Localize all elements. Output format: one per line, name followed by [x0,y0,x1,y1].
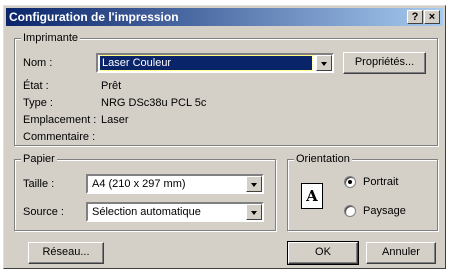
orientation-group-label: Orientation [294,153,352,165]
printer-name-value: Laser Couleur [99,55,313,71]
state-value: Prêt [101,80,122,92]
landscape-radio[interactable] [344,205,356,217]
location-label: Emplacement : [23,114,97,126]
portrait-page-icon: A [301,183,323,209]
printer-name-select[interactable]: Laser Couleur [96,53,334,73]
close-button[interactable]: × [424,10,440,24]
ok-button[interactable]: OK [287,241,359,265]
location-value: Laser [101,114,129,126]
help-button[interactable]: ? [407,10,423,24]
paper-source-label: Source : [23,206,64,218]
portrait-label[interactable]: Portrait [363,176,398,189]
paper-size-label: Taille : [23,178,55,190]
orientation-group: Orientation A Portrait Paysage [287,153,438,231]
landscape-label[interactable]: Paysage [363,205,406,218]
type-value: NRG DSc38u PCL 5c [101,97,207,109]
title-bar: Configuration de l'impression ? × [6,8,443,26]
chevron-down-icon[interactable] [316,55,332,71]
properties-button[interactable]: Propriétés... [343,52,426,74]
paper-source-select[interactable]: Sélection automatique [86,202,264,222]
chevron-down-icon[interactable] [246,204,262,220]
portrait-radio[interactable] [344,176,356,188]
window-title: Configuration de l'impression [9,10,179,24]
printer-name-label: Nom : [23,57,53,69]
network-button[interactable]: Réseau... [28,242,104,264]
cancel-button[interactable]: Annuler [366,242,436,264]
state-label: État : [23,80,49,92]
printer-group: Imprimante Nom : Laser Couleur Propriété… [14,32,438,146]
paper-size-select[interactable]: A4 (210 x 297 mm) [86,174,264,194]
type-label: Type : [23,97,53,109]
paper-size-value: A4 (210 x 297 mm) [92,178,186,190]
paper-group-label: Papier [21,153,57,165]
paper-group: Papier Taille : A4 (210 x 297 mm) Source… [14,153,276,231]
paper-source-value: Sélection automatique [92,206,201,218]
print-setup-dialog: Configuration de l'impression ? × Imprim… [3,5,446,269]
chevron-down-icon[interactable] [246,176,262,192]
printer-group-label: Imprimante [21,32,81,44]
comment-label: Commentaire : [23,131,96,143]
